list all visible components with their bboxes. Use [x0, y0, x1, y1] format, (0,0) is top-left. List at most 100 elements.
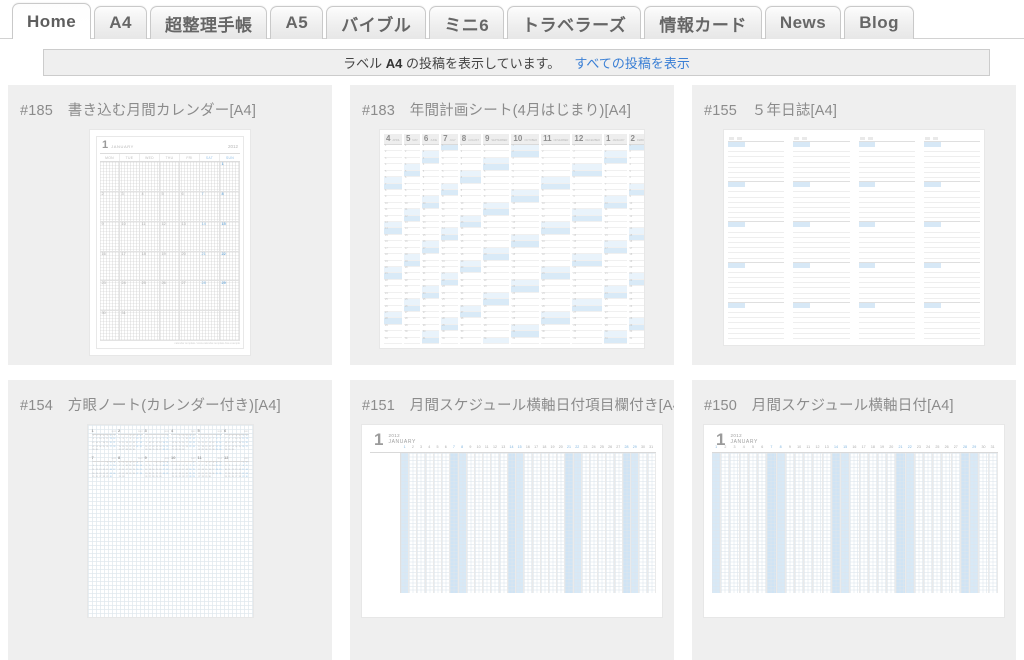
schedule-day-column: 3 [730, 446, 740, 594]
schedule-month-number: 1 [374, 430, 384, 449]
post-thumbnail-wrap[interactable]: 4 APRIL 1 2 3 4 5 6 7 8 9 10 11 12 13 14 15 16 17 18 19 20 21 2… [350, 120, 674, 348]
diary-ruled-line [923, 236, 980, 238]
tab-バイブル[interactable]: バイブル [326, 6, 427, 39]
year-plan-month-column: 10 OCTOBER 1 2 3 4 5 6 7 8 9 10 11 12 13 14 15 16 17 18 19 20… [511, 134, 540, 345]
schedule-day-number: 29 [632, 445, 637, 450]
mini-calendar-meta: 2012 [191, 458, 196, 460]
tab-news[interactable]: News [764, 6, 842, 39]
tab-情報カード[interactable]: 情報カード [644, 6, 762, 39]
mini-calendar-day [219, 477, 223, 481]
schedule-day-columns: 1 2 3 4 5 6 7 8 9 10 11 12 13 14 15 16 17 18 19 20 21 22 23 24 2… [370, 446, 656, 594]
diary-ruled-line [858, 332, 915, 334]
post-thumbnail-wrap[interactable]: 1 2012 JANUARY 1 2 3 4 5 6 7 8 9 10 11 12 13 14 15 16 17 18 1… [350, 415, 674, 617]
diary-day-block [728, 180, 785, 219]
tab-ミニ6[interactable]: ミニ6 [429, 6, 505, 39]
schedule-day-number: 20 [558, 445, 563, 450]
post-thumbnail-wrap[interactable] [692, 120, 1016, 345]
diary-day-block [923, 136, 980, 179]
diary-ruled-line [923, 201, 980, 203]
calendar-day-cell: 24 [120, 281, 140, 312]
diary-ruled-line [793, 292, 850, 294]
post-thumbnail-wrap[interactable]: 1 JANUARY 2012 MON TUE WED THU FRI SAT SUN 1 2 3 4 5 6 7… [8, 120, 332, 355]
year-plan-month-column: 7 JULY 1 2 3 4 5 6 7 8 9 10 11 12 13 14 15 16 17 18 19 20 21 22… [441, 134, 458, 345]
tab-blog[interactable]: Blog [844, 6, 915, 39]
diary-year-band [858, 262, 876, 268]
schedule-day-column: 31 [988, 446, 998, 594]
schedule-day-column: 16 [850, 446, 860, 594]
post-card[interactable]: #154 方眼ノート(カレンダー付き)[A4] 1 2012 1 2 3 4 5 6 7 8 9 10 1… [8, 380, 332, 660]
post-thumbnail-wrap[interactable]: 1 2012 JANUARY 1 2 3 4 5 6 7 8 9 10 11 12 13 14 15 16 17 18 1… [692, 415, 1016, 617]
schedule-day-number: 24 [926, 445, 931, 450]
tab-a5[interactable]: A5 [270, 6, 324, 39]
diary-ruled-line [793, 271, 850, 273]
post-thumbnail-wrap[interactable]: 1 2012 1 2 3 4 5 6 7 8 9 10 11 12 13 14 15 16 17 18 19 20 21 22… [8, 415, 332, 617]
diary-day-block [793, 220, 850, 259]
post-title[interactable]: #151 月間スケジュール横軸日付項目欄付き[A4] [350, 380, 674, 415]
diary-ruled-line [793, 282, 850, 284]
year-plan-month-number: 8 [461, 134, 467, 143]
schedule-day-number: 26 [608, 445, 613, 450]
diary-day-block [858, 261, 915, 299]
calendar-day-cell: 16 [100, 251, 120, 282]
diary-ruled-line [728, 201, 785, 203]
post-title[interactable]: #183 年間計画シート(4月はじまり)[A4] [350, 85, 674, 120]
post-card[interactable]: #155 ５年日誌[A4] [692, 85, 1016, 365]
post-title[interactable]: #150 月間スケジュール横軸日付[A4] [692, 380, 1016, 415]
diary-year-band [728, 262, 745, 268]
calendar-day-cell: 31 [120, 311, 140, 341]
diary-ruled-line [858, 236, 915, 238]
tab-label: A5 [285, 13, 309, 32]
diary-day-block [793, 261, 850, 299]
calendar-day-cell [140, 162, 160, 192]
diary-ruled-line [793, 287, 850, 289]
year-plan-day-row: 31 [384, 337, 402, 345]
diary-ruled-line [728, 161, 785, 163]
post-card[interactable]: #183 年間計画シート(4月はじまり)[A4] 4 APRIL 1 2 3 4 5 6 7 8 9 1… [350, 85, 674, 365]
schedule-day-column: 6 [758, 446, 768, 594]
schedule-day-column: 21 [896, 446, 906, 594]
tab-label: ミニ6 [444, 15, 490, 35]
post-card[interactable]: #151 月間スケジュール横軸日付項目欄付き[A4] 1 2012 JANUARY 1 2… [350, 380, 674, 660]
diary-ruled-line [858, 201, 915, 203]
diary-year-band [858, 302, 876, 308]
year-plan-month-name: SEPTEMBER [491, 139, 508, 142]
schedule-day-number: 7 [452, 445, 455, 450]
diary-ruled-line [728, 171, 785, 173]
schedule-day-column: 20 [887, 446, 897, 594]
diary-ruled-line [923, 171, 980, 173]
tab-a4[interactable]: A4 [94, 6, 147, 39]
thumbnail-month-calendar: 1 JANUARY 2012 MON TUE WED THU FRI SAT SUN 1 2 3 4 5 6 7… [90, 130, 250, 355]
diary-ruled-line [728, 332, 785, 334]
diary-column [923, 136, 980, 339]
schedule-month-name: JANUARY [388, 438, 416, 445]
calendar-day-grid: 1 2 3 4 5 6 7 8 9 10 11 12 13 14 15 16 17 18 19 20 21 22 23 24 2… [100, 162, 240, 341]
mini-calendar-day: 30 [219, 449, 222, 452]
calendar-weekday-header: WED [140, 154, 160, 161]
mini-calendar-month: 6 [224, 428, 227, 433]
post-title[interactable]: #155 ５年日誌[A4] [692, 85, 1016, 120]
diary-year-band [858, 142, 876, 147]
year-plan-month-name: APRIL [392, 139, 400, 142]
diary-ruled-line [793, 151, 850, 153]
diary-ruled-line [728, 191, 785, 193]
post-card[interactable]: #185 書き込む月間カレンダー[A4] 1 JANUARY 2012 MON TUE WE… [8, 85, 332, 365]
diary-ruled-line [923, 282, 980, 284]
schedule-day-column: 6 [442, 446, 451, 594]
tab-home[interactable]: Home [12, 3, 92, 40]
mini-calendar-strip: 1 2012 1 2 3 4 5 6 7 8 9 10 11 12 13 14 15 16 17 18 19 20 21 22… [91, 428, 249, 481]
schedule-day-column: 11 [804, 446, 814, 594]
post-card[interactable]: #150 月間スケジュール横軸日付[A4] 1 2012 JANUARY 1 2 3 4 5 6 7… [692, 380, 1016, 660]
mini-calendar-day [113, 477, 117, 481]
mini-calendar-meta: 2012 [191, 431, 196, 433]
calendar-day-cell [160, 311, 180, 341]
tab-超整理手帳[interactable]: 超整理手帳 [149, 6, 268, 39]
show-all-posts-link[interactable]: すべての投稿を表示 [574, 53, 690, 72]
diary-day-block [728, 136, 785, 179]
schedule-day-column: 10 [794, 446, 805, 594]
post-title[interactable]: #185 書き込む月間カレンダー[A4] [8, 85, 332, 120]
diary-ruled-line [923, 252, 980, 254]
diary-day-block [923, 301, 980, 339]
tab-トラベラーズ[interactable]: トラベラーズ [507, 6, 642, 39]
post-title[interactable]: #154 方眼ノート(カレンダー付き)[A4] [8, 380, 332, 415]
schedule-day-number: 27 [616, 445, 621, 450]
